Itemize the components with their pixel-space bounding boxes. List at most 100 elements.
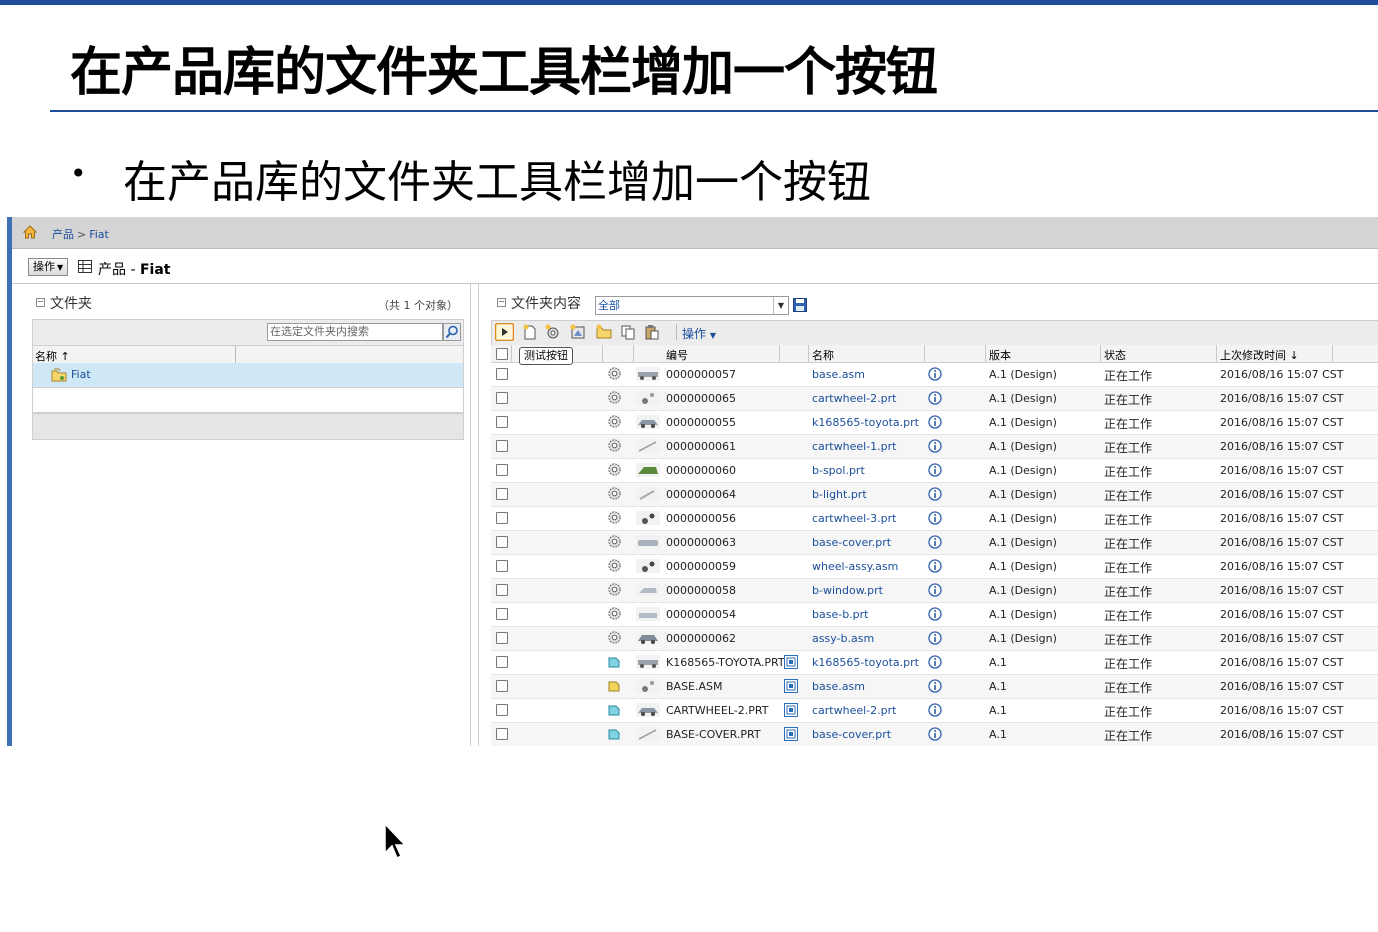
info-icon[interactable] (928, 679, 942, 693)
table-row[interactable]: 0000000056 cartwheel-3.prt A.1 (Design) 正在工… (491, 507, 1378, 531)
paste-icon[interactable] (644, 324, 660, 340)
row-name-link[interactable]: k168565-toyota.prt (812, 656, 919, 669)
row-name-link[interactable]: base.asm (812, 368, 865, 381)
info-icon[interactable] (928, 703, 942, 717)
workspace-status-icon[interactable] (784, 703, 798, 717)
thumbnail-icon[interactable] (636, 415, 660, 429)
row-checkbox[interactable] (496, 728, 508, 740)
actions-menu-button[interactable]: 操作 ▼ (28, 258, 69, 276)
table-row[interactable]: 0000000058 b-window.prt A.1 (Design) 正在工作 20… (491, 579, 1378, 603)
folder-search-input[interactable]: 在选定文件夹内搜索 (267, 323, 443, 341)
row-name-link[interactable]: cartwheel-2.prt (812, 704, 896, 717)
thumbnail-icon[interactable] (636, 703, 660, 717)
thumbnail-icon[interactable] (636, 655, 660, 669)
column-name-header[interactable]: 名称 ↑ (35, 348, 70, 364)
info-icon[interactable] (928, 463, 942, 477)
row-checkbox[interactable] (496, 656, 508, 668)
row-name-link[interactable]: base-cover.prt (812, 728, 891, 741)
table-row[interactable]: 0000000065 cartwheel-2.prt A.1 (Design) 正在工… (491, 387, 1378, 411)
thumbnail-icon[interactable] (636, 583, 660, 597)
row-checkbox[interactable] (496, 368, 508, 380)
table-row[interactable]: 0000000062 assy-b.asm A.1 (Design) 正在工作 2016… (491, 627, 1378, 651)
table-row[interactable]: 0000000055 k168565-toyota.prt A.1 (Design)… (491, 411, 1378, 435)
collapse-icon[interactable]: − (36, 298, 45, 307)
row-name-link[interactable]: k168565-toyota.prt (812, 416, 919, 429)
info-icon[interactable] (928, 415, 942, 429)
save-view-icon[interactable] (793, 298, 807, 312)
thumbnail-icon[interactable] (636, 463, 660, 477)
info-icon[interactable] (928, 487, 942, 501)
row-name-link[interactable]: b-spol.prt (812, 464, 865, 477)
workspace-status-icon[interactable] (784, 727, 798, 741)
new-document-icon[interactable] (522, 324, 538, 340)
row-checkbox[interactable] (496, 608, 508, 620)
table-row[interactable]: 0000000063 base-cover.prt A.1 (Design) 正在工作… (491, 531, 1378, 555)
search-icon[interactable] (443, 323, 461, 341)
info-icon[interactable] (928, 511, 942, 525)
copy-icon[interactable] (620, 324, 636, 340)
info-icon[interactable] (928, 583, 942, 597)
view-filter-select[interactable]: 全部 ▼ (595, 296, 789, 315)
row-checkbox[interactable] (496, 464, 508, 476)
column-state-header[interactable]: 状态 (1104, 347, 1126, 363)
thumbnail-icon[interactable] (636, 439, 660, 453)
thumbnail-icon[interactable] (636, 391, 660, 405)
table-row[interactable]: 0000000064 b-light.prt A.1 (Design) 正在工作 201… (491, 483, 1378, 507)
workspace-status-icon[interactable] (784, 679, 798, 693)
toolbar-actions-menu[interactable]: 操作 ▼ (682, 325, 716, 342)
row-checkbox[interactable] (496, 512, 508, 524)
row-name-link[interactable]: cartwheel-2.prt (812, 392, 896, 405)
table-row[interactable]: CARTWHEEL-2.PRT cartwheel-2.prt A.1 正在工作 201… (491, 699, 1378, 723)
new-folder-icon[interactable] (596, 324, 612, 340)
thumbnail-icon[interactable] (636, 535, 660, 549)
thumbnail-icon[interactable] (636, 367, 660, 381)
row-checkbox[interactable] (496, 536, 508, 548)
info-icon[interactable] (928, 439, 942, 453)
new-part-icon[interactable] (545, 324, 561, 340)
row-checkbox[interactable] (496, 440, 508, 452)
thumbnail-icon[interactable] (636, 511, 660, 525)
table-row[interactable]: BASE-COVER.PRT base-cover.prt A.1 正在工作 2016/… (491, 723, 1378, 746)
new-cad-document-icon[interactable] (570, 324, 586, 340)
test-button-icon[interactable] (495, 323, 514, 341)
workspace-status-icon[interactable] (784, 655, 798, 669)
row-name-link[interactable]: base-cover.prt (812, 536, 891, 549)
row-checkbox[interactable] (496, 632, 508, 644)
row-checkbox[interactable] (496, 560, 508, 572)
row-name-link[interactable]: assy-b.asm (812, 632, 874, 645)
table-row[interactable]: K168565-TOYOTA.PRT k168565-toyota.prt A.1 正… (491, 651, 1378, 675)
thumbnail-icon[interactable] (636, 631, 660, 645)
row-name-link[interactable]: cartwheel-1.prt (812, 440, 896, 453)
row-checkbox[interactable] (496, 584, 508, 596)
breadcrumb-products-link[interactable]: 产品 (52, 228, 74, 241)
thumbnail-icon[interactable] (636, 487, 660, 501)
info-icon[interactable] (928, 367, 942, 381)
home-icon[interactable] (22, 224, 38, 240)
table-row[interactable]: 0000000060 b-spol.prt A.1 (Design) 正在工作 2016… (491, 459, 1378, 483)
column-name-header[interactable]: 名称 (812, 347, 834, 363)
folder-row-fiat[interactable]: Fiat (32, 363, 464, 388)
table-row[interactable]: 0000000061 cartwheel-1.prt A.1 (Design) 正在工… (491, 435, 1378, 459)
row-checkbox[interactable] (496, 680, 508, 692)
row-name-link[interactable]: base.asm (812, 680, 865, 693)
thumbnail-icon[interactable] (636, 559, 660, 573)
table-row[interactable]: 0000000057 base.asm A.1 (Design) 正在工作 2016/0… (491, 363, 1378, 387)
row-name-link[interactable]: cartwheel-3.prt (812, 512, 896, 525)
info-icon[interactable] (928, 631, 942, 645)
row-checkbox[interactable] (496, 416, 508, 428)
breadcrumb-fiat-link[interactable]: Fiat (89, 228, 109, 241)
row-checkbox[interactable] (496, 488, 508, 500)
collapse-icon[interactable]: − (497, 298, 506, 307)
row-name-link[interactable]: b-light.prt (812, 488, 867, 501)
row-name-link[interactable]: b-window.prt (812, 584, 883, 597)
info-icon[interactable] (928, 559, 942, 573)
info-icon[interactable] (928, 607, 942, 621)
info-icon[interactable] (928, 391, 942, 405)
table-row[interactable]: 0000000054 base-b.prt A.1 (Design) 正在工作 2016… (491, 603, 1378, 627)
row-checkbox[interactable] (496, 704, 508, 716)
column-number-header[interactable]: 编号 (666, 347, 688, 363)
column-modified-header[interactable]: 上次修改时间 ↓ (1220, 347, 1299, 363)
row-checkbox[interactable] (496, 392, 508, 404)
table-row[interactable]: BASE.ASM base.asm A.1 正在工作 2016/08/16 15:07 … (491, 675, 1378, 699)
column-version-header[interactable]: 版本 (989, 347, 1011, 363)
